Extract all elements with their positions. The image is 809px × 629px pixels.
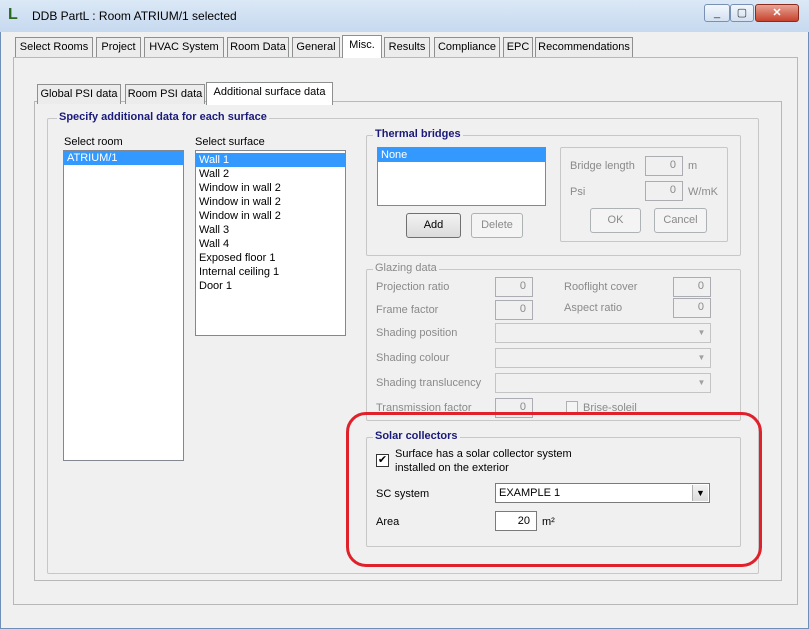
aspect-ratio-field[interactable]: 0 bbox=[673, 298, 711, 318]
select-surface-label: Select surface bbox=[195, 136, 265, 148]
tab-epc[interactable]: EPC bbox=[503, 37, 533, 57]
list-item[interactable]: Window in wall 2 bbox=[196, 209, 345, 223]
list-item[interactable]: Internal ceiling 1 bbox=[196, 265, 345, 279]
shading-translucency-dropdown[interactable]: ▼ bbox=[495, 373, 711, 393]
list-item[interactable]: None bbox=[378, 148, 545, 162]
list-item[interactable]: Door 1 bbox=[196, 279, 345, 293]
app-logo-icon: L bbox=[8, 6, 18, 23]
window-title: DDB PartL : Room ATRIUM/1 selected bbox=[32, 9, 237, 23]
ok-button[interactable]: OK bbox=[590, 208, 641, 233]
tab-room-data[interactable]: Room Data bbox=[227, 37, 289, 57]
psi-unit: W/mK bbox=[688, 186, 718, 198]
tab-select-rooms[interactable]: Select Rooms bbox=[15, 37, 93, 57]
list-item[interactable]: Wall 4 bbox=[196, 237, 345, 251]
thermal-bridges-listbox[interactable]: None bbox=[377, 147, 546, 206]
list-item[interactable]: Wall 3 bbox=[196, 223, 345, 237]
room-listbox[interactable]: ATRIUM/1 bbox=[63, 150, 184, 461]
psi-label: Psi bbox=[570, 186, 586, 198]
delete-button[interactable]: Delete bbox=[471, 213, 523, 238]
minimize-icon[interactable]: _ bbox=[704, 4, 730, 22]
section-title: Specify additional data for each surface bbox=[57, 111, 269, 123]
tab-additional-surface[interactable]: Additional surface data bbox=[206, 82, 333, 105]
frame-factor-label: Frame factor bbox=[376, 304, 439, 316]
list-item[interactable]: ATRIUM/1 bbox=[64, 151, 183, 165]
frame-factor-field[interactable]: 0 bbox=[495, 300, 533, 320]
highlight-annotation bbox=[346, 412, 762, 567]
tab-misc[interactable]: Misc. bbox=[342, 35, 382, 58]
tab-hvac-system[interactable]: HVAC System bbox=[144, 37, 224, 57]
tab-project[interactable]: Project bbox=[96, 37, 141, 57]
shading-position-label: Shading position bbox=[376, 327, 458, 339]
bridge-length-unit: m bbox=[688, 160, 698, 172]
thermal-bridges-title: Thermal bridges bbox=[373, 128, 463, 140]
rooflight-cover-label: Rooflight cover bbox=[564, 281, 638, 293]
chevron-down-icon: ▼ bbox=[697, 353, 706, 362]
list-item[interactable]: Wall 2 bbox=[196, 167, 345, 181]
cancel-button[interactable]: Cancel bbox=[654, 208, 707, 233]
shading-colour-label: Shading colour bbox=[376, 352, 450, 364]
surface-listbox[interactable]: Wall 1 Wall 2 Window in wall 2 Window in… bbox=[195, 150, 346, 336]
projection-ratio-field[interactable]: 0 bbox=[495, 277, 533, 297]
rooflight-cover-field[interactable]: 0 bbox=[673, 277, 711, 297]
glazing-data-title: Glazing data bbox=[373, 262, 439, 274]
shading-translucency-label: Shading translucency bbox=[376, 377, 482, 389]
select-room-label: Select room bbox=[64, 136, 123, 148]
projection-ratio-label: Projection ratio bbox=[376, 281, 450, 293]
bridge-length-label: Bridge length bbox=[570, 160, 635, 172]
add-button[interactable]: Add bbox=[406, 213, 461, 238]
list-item[interactable]: Window in wall 2 bbox=[196, 195, 345, 209]
close-icon[interactable]: ✕ bbox=[755, 4, 799, 22]
tab-results[interactable]: Results bbox=[384, 37, 430, 57]
shading-position-dropdown[interactable]: ▼ bbox=[495, 323, 711, 343]
psi-field[interactable]: 0 bbox=[645, 181, 683, 201]
tab-room-psi[interactable]: Room PSI data bbox=[125, 84, 205, 104]
chevron-down-icon: ▼ bbox=[697, 328, 706, 337]
shading-colour-dropdown[interactable]: ▼ bbox=[495, 348, 711, 368]
tab-global-psi[interactable]: Global PSI data bbox=[37, 84, 121, 104]
tab-general[interactable]: General bbox=[292, 37, 340, 57]
maximize-icon[interactable]: ▢ bbox=[730, 4, 754, 22]
bridge-length-field[interactable]: 0 bbox=[645, 156, 683, 176]
tab-compliance[interactable]: Compliance bbox=[434, 37, 500, 57]
list-item[interactable]: Wall 1 bbox=[196, 153, 345, 167]
list-item[interactable]: Exposed floor 1 bbox=[196, 251, 345, 265]
aspect-ratio-label: Aspect ratio bbox=[564, 302, 623, 314]
chevron-down-icon: ▼ bbox=[697, 378, 706, 387]
list-item[interactable]: Window in wall 2 bbox=[196, 181, 345, 195]
tab-recommendations[interactable]: Recommendations bbox=[535, 37, 633, 57]
